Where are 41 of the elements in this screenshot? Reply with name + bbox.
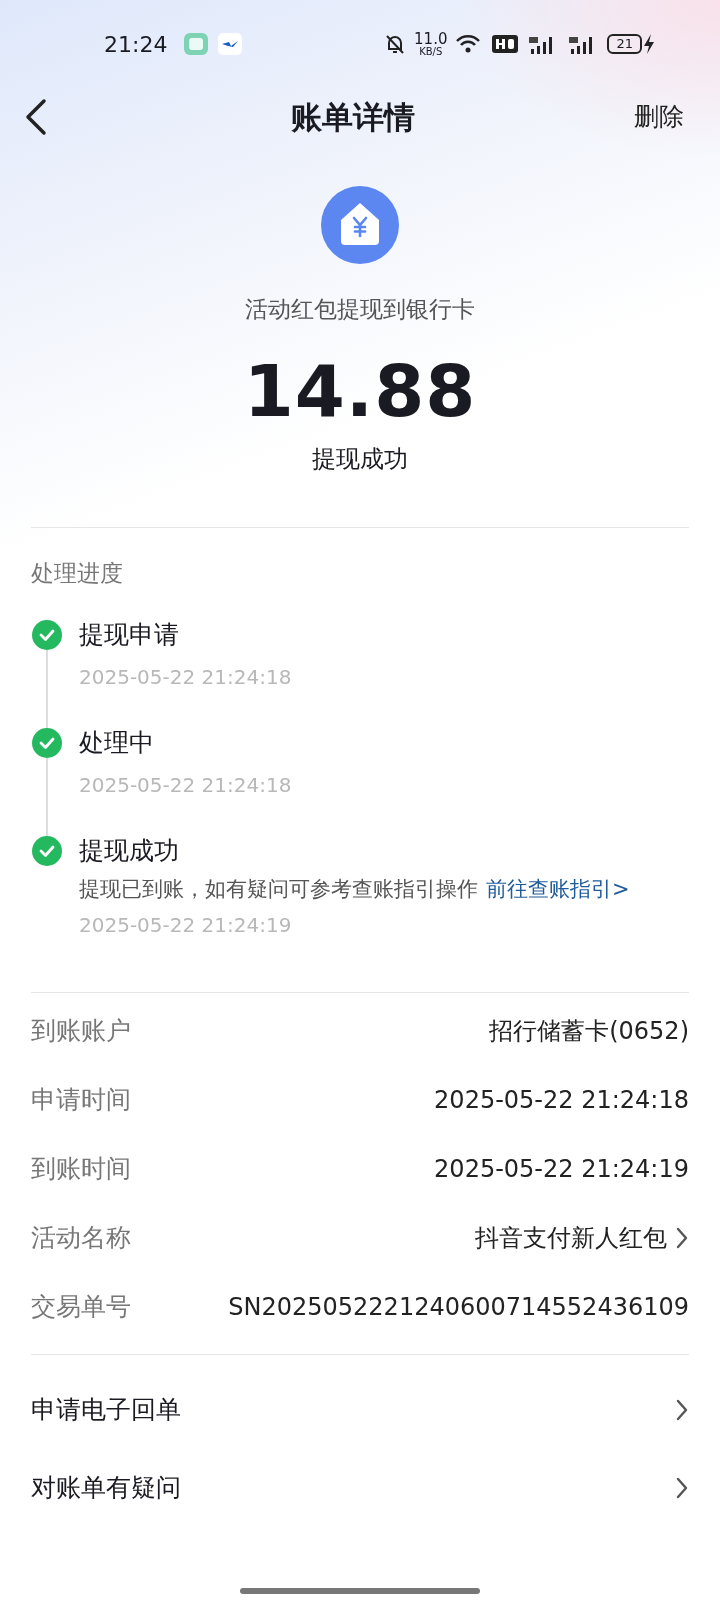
action-label: 申请电子回单 (31, 1393, 181, 1426)
detail-value: 招行储蓄卡(0652) (489, 1016, 689, 1047)
step-time: 2025-05-22 21:24:18 (79, 772, 292, 799)
hd-icon (491, 33, 520, 55)
detail-value: 2025-05-22 21:24:18 (434, 1085, 689, 1116)
step-title: 提现成功 (79, 836, 180, 866)
action-row[interactable]: 申请电子回单 (31, 1370, 689, 1449)
action-label: 对账单有疑问 (31, 1471, 181, 1504)
step-title: 处理中 (79, 728, 155, 758)
detail-label: 到账账户 (31, 1015, 131, 1048)
section-heading: 处理进度 (31, 558, 124, 588)
transaction-description: 活动红包提现到银行卡 (245, 295, 475, 324)
detail-value: 2025-05-22 21:24:19 (434, 1154, 689, 1185)
detail-value: SN2025052221240600714552436109 (228, 1292, 689, 1323)
detail-label: 到账时间 (31, 1153, 131, 1186)
house-yen-icon (321, 186, 399, 264)
battery-icon: 21 (607, 34, 642, 54)
page-title: 账单详情 (291, 97, 415, 137)
guide-link[interactable]: 前往查账指引> (486, 874, 630, 906)
amount: 14.88 (243, 354, 477, 427)
app-icon (183, 32, 210, 56)
chevron-right-icon[interactable] (675, 1226, 689, 1250)
step-note: 提现已到账，如有疑问可参考查账指引操作 (79, 876, 478, 903)
detail-value: 抖音支付新人红包 (475, 1223, 667, 1254)
network-speed: 11.0 (414, 31, 448, 47)
bell-off-icon (384, 33, 407, 55)
transaction-status: 提现成功 (312, 443, 408, 475)
step-time: 2025-05-22 21:24:18 (79, 664, 292, 691)
detail-label: 活动名称 (31, 1222, 131, 1255)
action-row[interactable]: 对账单有疑问 (31, 1448, 689, 1527)
bird-icon (217, 32, 244, 56)
chevron-right-icon (675, 1397, 689, 1422)
detail-label: 申请时间 (31, 1084, 131, 1117)
speed-unit: KB/S (419, 46, 443, 57)
step-title: 提现申请 (79, 620, 180, 650)
delete-link[interactable]: 删除 (634, 98, 684, 136)
chevron-right-icon (675, 1475, 689, 1500)
detail-label: 交易单号 (31, 1291, 131, 1324)
charging-icon (642, 33, 656, 55)
step-time: 2025-05-22 21:24:19 (79, 911, 293, 939)
status-time: 21:24 (104, 30, 168, 59)
